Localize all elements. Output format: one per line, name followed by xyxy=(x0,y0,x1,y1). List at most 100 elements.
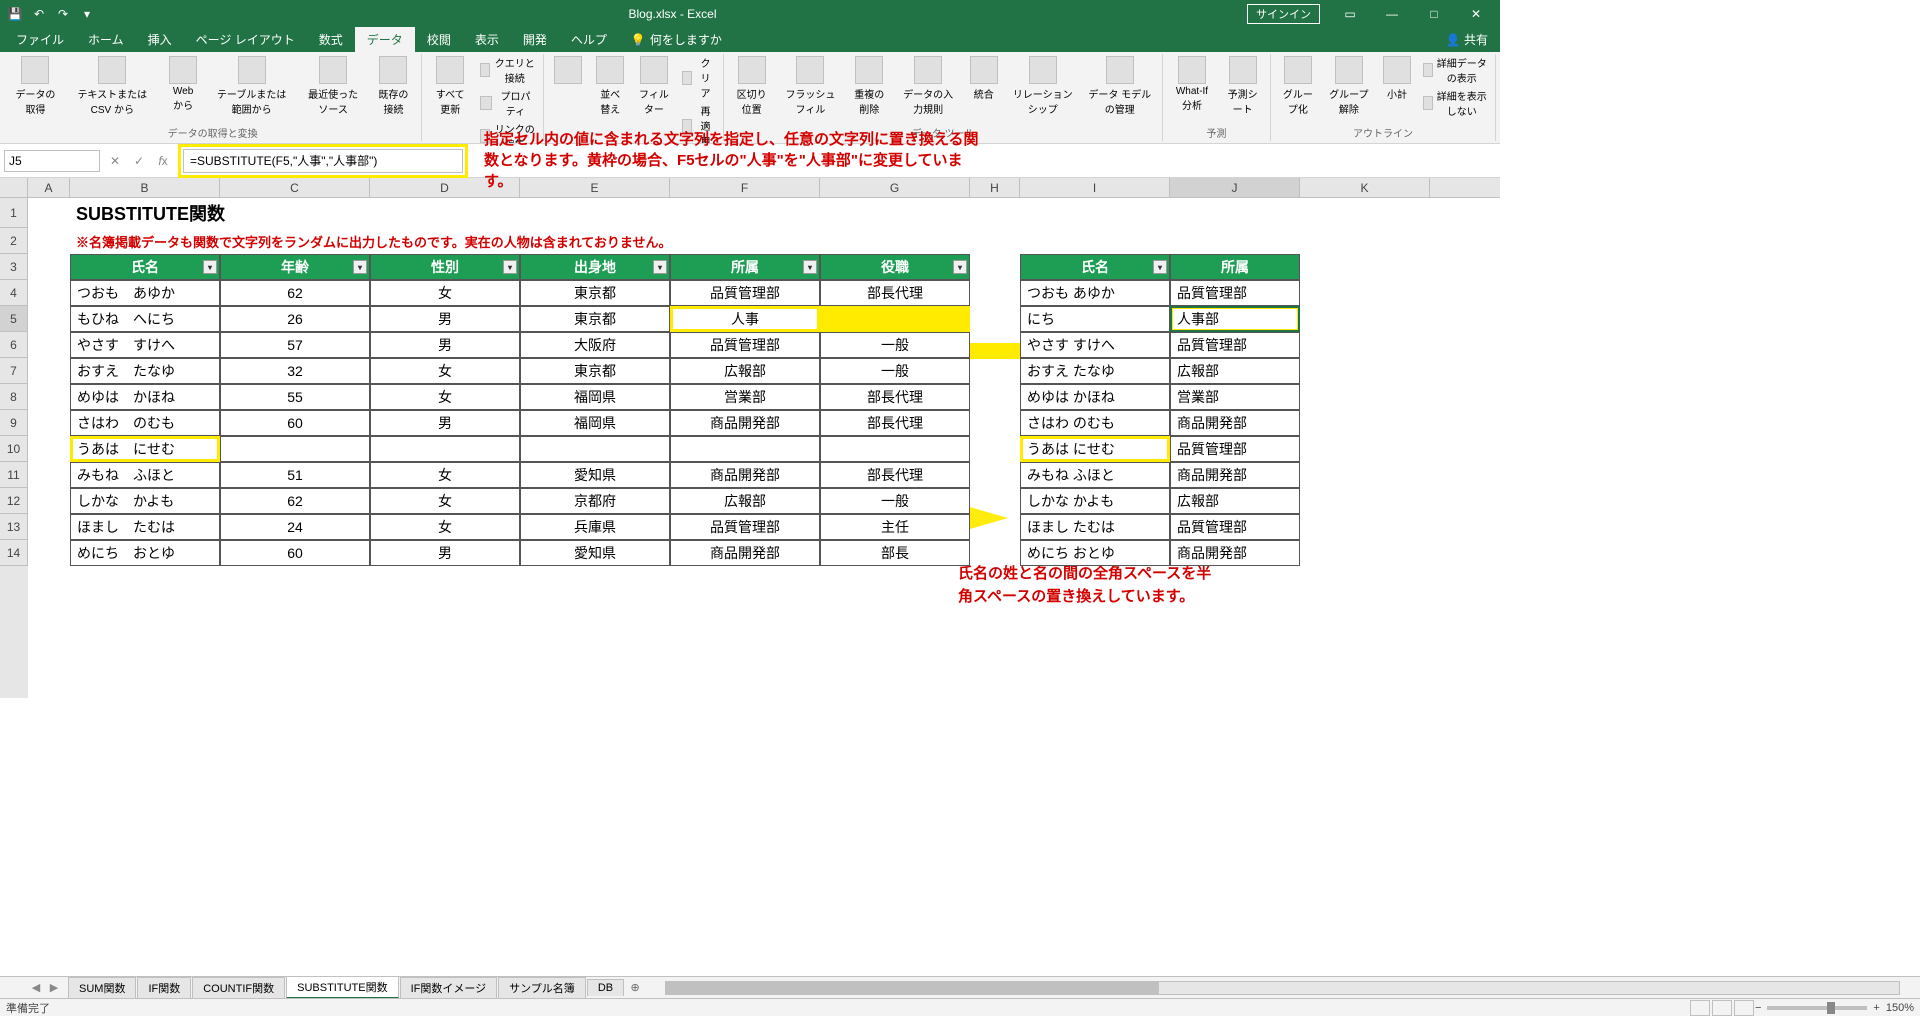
cell-B8[interactable]: めゆは かほね xyxy=(70,384,220,410)
cell-C5[interactable]: 26 xyxy=(220,306,370,332)
cell-F13[interactable]: 品質管理部 xyxy=(670,514,820,540)
queries-conn-button[interactable]: クエリと接続 xyxy=(476,54,539,86)
cell-B7[interactable]: おすえ たなゆ xyxy=(70,358,220,384)
cell-J13[interactable]: 品質管理部 xyxy=(1170,514,1300,540)
view-pagelayout-icon[interactable] xyxy=(1712,1000,1732,1016)
cell-G6[interactable]: 一般 xyxy=(820,332,970,358)
col-C[interactable]: C xyxy=(220,178,370,197)
cell-F7[interactable]: 広報部 xyxy=(670,358,820,384)
horizontal-scrollbar[interactable] xyxy=(665,981,1900,995)
col-B[interactable]: B xyxy=(70,178,220,197)
formula-bar[interactable]: =SUBSTITUTE(F5,"人事","人事部") xyxy=(183,149,463,173)
cell-D5[interactable]: 男 xyxy=(370,306,520,332)
cell-I11[interactable]: みもね ふほと xyxy=(1020,462,1170,488)
cell-G8[interactable]: 部長代理 xyxy=(820,384,970,410)
fx-icon[interactable]: fx xyxy=(152,150,174,172)
row-12[interactable]: 12 xyxy=(0,488,28,514)
col-J[interactable]: J xyxy=(1170,178,1300,197)
cell-I13[interactable]: ほまし たむは xyxy=(1020,514,1170,540)
cell-E13[interactable]: 兵庫県 xyxy=(520,514,670,540)
from-text-csv-button[interactable]: テキストまたは CSV から xyxy=(65,54,160,118)
cell-C10[interactable] xyxy=(220,436,370,462)
row-2[interactable]: 2 xyxy=(0,228,28,254)
cell-C13[interactable]: 24 xyxy=(220,514,370,540)
cell-D3[interactable]: 性別▾ xyxy=(370,254,520,280)
cell-J6[interactable]: 品質管理部 xyxy=(1170,332,1300,358)
cell-I3[interactable]: 氏名▾ xyxy=(1020,254,1170,280)
sheet-tab[interactable]: COUNTIF関数 xyxy=(192,977,285,998)
cell-B14[interactable]: めにち おとゆ xyxy=(70,540,220,566)
col-A[interactable]: A xyxy=(28,178,70,197)
row-10[interactable]: 10 xyxy=(0,436,28,462)
cell-G14[interactable]: 部長 xyxy=(820,540,970,566)
cell-E9[interactable]: 福岡県 xyxy=(520,410,670,436)
cell-B2[interactable]: ※名簿掲載データも関数で文字列をランダムに出力したものです。実在の人物は含まれて… xyxy=(70,228,970,254)
cell-B11[interactable]: みもね ふほと xyxy=(70,462,220,488)
cell-I5[interactable]: にち xyxy=(1020,306,1170,332)
col-I[interactable]: I xyxy=(1020,178,1170,197)
row-11[interactable]: 11 xyxy=(0,462,28,488)
row-9[interactable]: 9 xyxy=(0,410,28,436)
cell-B10[interactable]: うあは にせむ xyxy=(70,436,220,462)
tab-home[interactable]: ホーム xyxy=(76,27,136,52)
cell-E10[interactable] xyxy=(520,436,670,462)
redo-icon[interactable]: ↷ xyxy=(52,3,74,25)
filter-dropdown-icon[interactable]: ▾ xyxy=(1153,260,1167,274)
cell-J10[interactable]: 品質管理部 xyxy=(1170,436,1300,462)
cell-F8[interactable]: 営業部 xyxy=(670,384,820,410)
cell-D10[interactable] xyxy=(370,436,520,462)
zoom-slider[interactable] xyxy=(1767,1006,1867,1010)
filter-dropdown-icon[interactable]: ▾ xyxy=(953,260,967,274)
cell-I14[interactable]: めにち おとゆ xyxy=(1020,540,1170,566)
row-14[interactable]: 14 xyxy=(0,540,28,566)
cell-E12[interactable]: 京都府 xyxy=(520,488,670,514)
cell-C7[interactable]: 32 xyxy=(220,358,370,384)
undo-icon[interactable]: ↶ xyxy=(28,3,50,25)
consolidate-button[interactable]: 統合 xyxy=(964,54,1004,103)
tellme-search[interactable]: 💡何をしますか xyxy=(619,27,734,52)
cell-E8[interactable]: 福岡県 xyxy=(520,384,670,410)
filter-dropdown-icon[interactable]: ▾ xyxy=(653,260,667,274)
cell-J12[interactable]: 広報部 xyxy=(1170,488,1300,514)
cell-F14[interactable]: 商品開発部 xyxy=(670,540,820,566)
text-to-columns-button[interactable]: 区切り位置 xyxy=(728,54,775,118)
sort-az-button[interactable] xyxy=(548,54,588,88)
sheet-tab[interactable]: DB xyxy=(587,979,624,996)
tab-insert[interactable]: 挿入 xyxy=(136,27,184,52)
col-E[interactable]: E xyxy=(520,178,670,197)
tab-formulas[interactable]: 数式 xyxy=(307,27,355,52)
name-box[interactable]: J5 xyxy=(4,150,100,172)
tab-dev[interactable]: 開発 xyxy=(511,27,559,52)
cell-E14[interactable]: 愛知県 xyxy=(520,540,670,566)
cell-B9[interactable]: さはわ のむも xyxy=(70,410,220,436)
existing-conn-button[interactable]: 既存の接続 xyxy=(370,54,418,118)
cell-D14[interactable]: 男 xyxy=(370,540,520,566)
add-sheet-button[interactable]: ⊕ xyxy=(625,981,645,994)
zoom-out-icon[interactable]: − xyxy=(1755,1002,1761,1014)
col-D[interactable]: D xyxy=(370,178,520,197)
sheet-tab[interactable]: SUM関数 xyxy=(68,977,136,998)
clear-filter-button[interactable]: クリア xyxy=(678,54,720,101)
cell-G4[interactable]: 部長代理 xyxy=(820,280,970,306)
tab-review[interactable]: 校閲 xyxy=(415,27,463,52)
sheet-tab[interactable]: IF関数 xyxy=(137,977,191,998)
ungroup-button[interactable]: グループ解除 xyxy=(1323,54,1375,118)
sheet-nav-prev-icon[interactable]: ◀ xyxy=(28,981,44,994)
filter-dropdown-icon[interactable]: ▾ xyxy=(503,260,517,274)
cell-J9[interactable]: 商品開発部 xyxy=(1170,410,1300,436)
cell-I12[interactable]: しかな かよも xyxy=(1020,488,1170,514)
col-F[interactable]: F xyxy=(670,178,820,197)
cell-B3[interactable]: 氏名▾ xyxy=(70,254,220,280)
col-G[interactable]: G xyxy=(820,178,970,197)
row-4[interactable]: 4 xyxy=(0,280,28,306)
cell-E7[interactable]: 東京都 xyxy=(520,358,670,384)
filter-dropdown-icon[interactable]: ▾ xyxy=(803,260,817,274)
cell-D9[interactable]: 男 xyxy=(370,410,520,436)
close-icon[interactable]: ✕ xyxy=(1456,0,1496,28)
share-button[interactable]: 👤 共有 xyxy=(1434,27,1500,52)
view-pagebreak-icon[interactable] xyxy=(1734,1000,1754,1016)
minimize-icon[interactable]: — xyxy=(1372,0,1412,28)
tab-view[interactable]: 表示 xyxy=(463,27,511,52)
cell-I4[interactable]: つおも あゆか xyxy=(1020,280,1170,306)
cell-G3[interactable]: 役職▾ xyxy=(820,254,970,280)
